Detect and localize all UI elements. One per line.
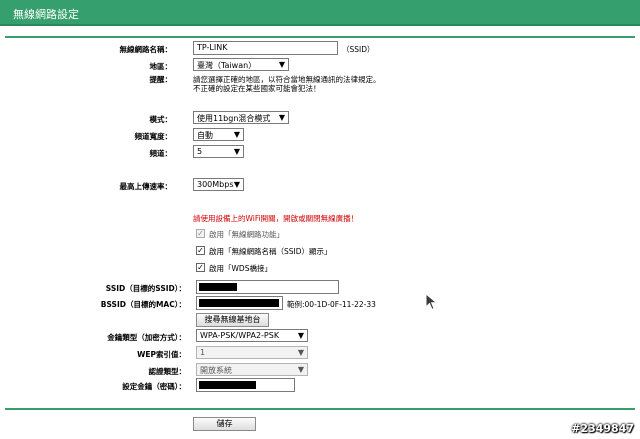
password-input[interactable]	[196, 378, 295, 392]
chevron-down-icon: ▼	[297, 348, 304, 357]
mode-value: 使用11bgn混合模式	[197, 114, 271, 123]
channel-width-label: 頻道寬度：	[134, 132, 173, 141]
wep-index-value: 1	[200, 348, 206, 357]
check-icon: ✓	[197, 263, 204, 272]
ssid-label: 無線網路名稱：	[119, 45, 173, 54]
chevron-down-icon: ▼	[297, 331, 304, 340]
ssid-suffix: （SSID）	[342, 45, 375, 54]
redacted-bssid	[199, 299, 279, 307]
auth-type-select: 開放系統 ▼	[196, 363, 308, 376]
max-tx-rate-select[interactable]: 300Mbps ▼	[193, 178, 244, 191]
chevron-down-icon: ▼	[233, 147, 240, 156]
chevron-down-icon: ▼	[233, 130, 240, 139]
channel-value: 5	[197, 147, 203, 156]
enable-wireless-label: 啟用「無線網路功能」	[209, 230, 284, 239]
wifi-switch-notice: 請使用設備上的WiFi開關，開啟或關閉無線廣播！	[193, 214, 359, 223]
region-select[interactable]: 臺灣（Taiwan） ▼	[193, 58, 289, 71]
wds-bssid-label: BSSID（目標的MAC）：	[100, 300, 186, 309]
page-title: 無線網路設定	[13, 8, 79, 21]
bssid-example: 範例:00-1D-0F-11-22-33	[287, 300, 376, 309]
region-value: 臺灣（Taiwan）	[197, 61, 257, 70]
top-divider	[5, 36, 635, 38]
wep-index-select: 1 ▼	[196, 346, 308, 359]
wds-ssid-input[interactable]	[196, 280, 339, 294]
ssid-input[interactable]: TP-LINK	[193, 41, 338, 55]
wds-ssid-label: SSID（目標的SSID）：	[105, 284, 186, 293]
page-title-bar: 無線網路設定	[0, 0, 640, 26]
password-label: 設定金鑰（密碼）：	[122, 382, 186, 391]
redacted-ssid	[199, 283, 237, 291]
key-type-label: 金鑰類型（加密方式）：	[107, 333, 186, 342]
redacted-password	[199, 381, 256, 389]
key-type-select[interactable]: WPA-PSK/WPA2-PSK ▼	[196, 329, 308, 342]
chevron-down-icon: ▼	[233, 180, 240, 189]
bottom-divider	[5, 408, 635, 410]
region-label: 地區：	[149, 62, 173, 71]
watermark: #2349847	[571, 422, 634, 435]
enable-wds-checkbox[interactable]: ✓	[196, 263, 205, 272]
enable-wireless-checkbox: ✓	[196, 229, 205, 238]
mode-label: 模式：	[149, 115, 173, 124]
wep-index-label: WEP索引值：	[137, 350, 186, 359]
enable-ssid-broadcast-label: 啟用「無線網路名稱（SSID）顯示」	[209, 247, 332, 256]
warning-label: 提醒：	[149, 75, 173, 84]
auth-type-label: 認證類型：	[148, 367, 187, 376]
max-tx-rate-value: 300Mbps	[197, 180, 234, 189]
auth-type-value: 開放系統	[200, 366, 232, 375]
enable-ssid-broadcast-checkbox[interactable]: ✓	[196, 246, 205, 255]
mouse-pointer-icon	[425, 292, 439, 313]
save-button[interactable]: 儲存	[193, 417, 256, 431]
mode-select[interactable]: 使用11bgn混合模式 ▼	[193, 111, 289, 124]
channel-width-select[interactable]: 自動 ▼	[193, 128, 244, 141]
key-type-value: WPA-PSK/WPA2-PSK	[200, 331, 280, 340]
enable-wds-label: 啟用「WDS橋接」	[209, 264, 272, 273]
check-icon: ✓	[197, 229, 204, 238]
channel-width-value: 自動	[197, 131, 213, 140]
channel-label: 頻道：	[149, 149, 173, 158]
chevron-down-icon: ▼	[278, 60, 285, 69]
warning-line-2: 不正確的設定在某些國家可能會犯法！	[193, 84, 321, 93]
chevron-down-icon: ▼	[278, 113, 285, 122]
channel-select[interactable]: 5 ▼	[193, 145, 244, 158]
check-icon: ✓	[197, 246, 204, 255]
wds-bssid-input[interactable]	[196, 296, 283, 310]
survey-button[interactable]: 搜尋無線基地台	[196, 313, 269, 327]
max-tx-rate-label: 最高上傳速率：	[119, 182, 173, 191]
chevron-down-icon: ▼	[297, 365, 304, 374]
